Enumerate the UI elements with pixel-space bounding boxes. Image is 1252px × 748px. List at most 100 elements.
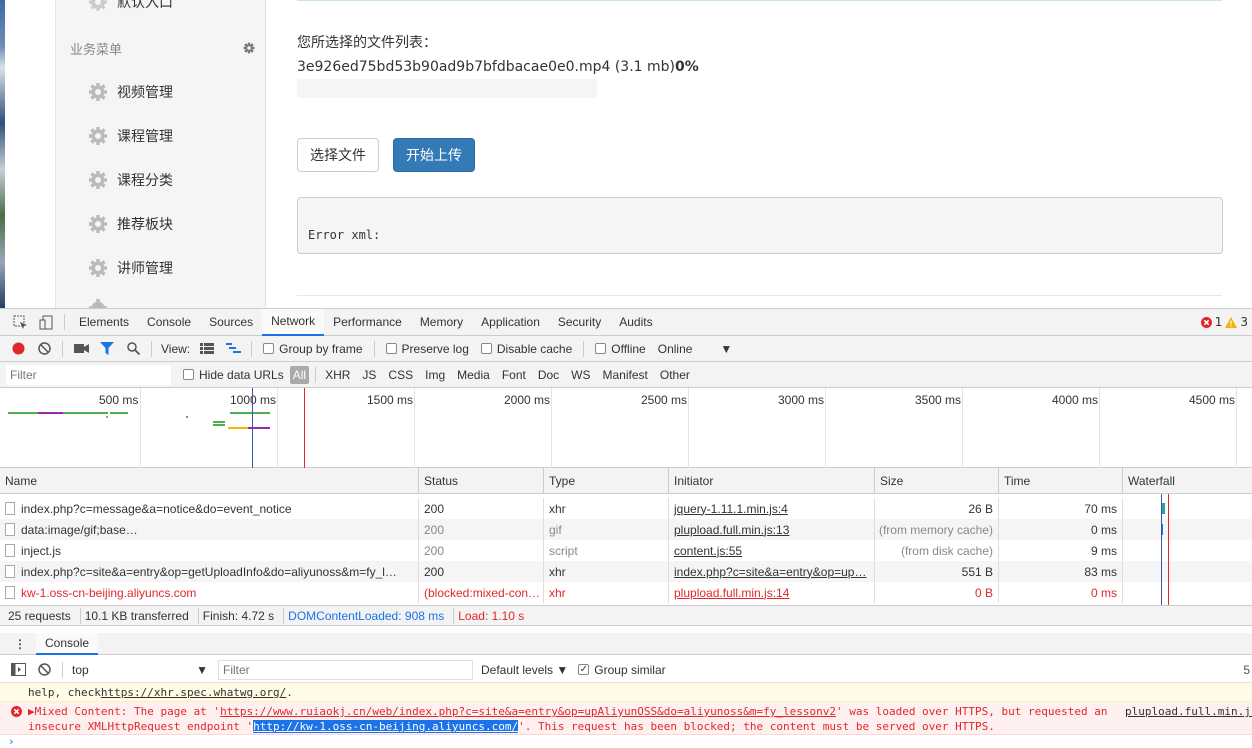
tab-console[interactable]: Console: [138, 309, 200, 336]
filter-type-css[interactable]: CSS: [388, 368, 413, 382]
sidebar-section-header: 业务菜单: [70, 38, 255, 58]
context-select[interactable]: top ▼: [72, 663, 208, 677]
column-waterfall[interactable]: Waterfall: [1123, 468, 1252, 493]
request-initiator[interactable]: jquery-1.11.1.min.js:4: [669, 498, 875, 519]
request-initiator[interactable]: content.js:55: [669, 540, 875, 561]
message-link-selected[interactable]: http://kw-1.oss-cn-beijing.aliyuncs.com/: [253, 720, 519, 733]
request-status: 200: [419, 498, 544, 519]
timeline-bar: [38, 412, 63, 414]
offline-checkbox[interactable]: Offline: [595, 342, 646, 356]
sidebar-item-course[interactable]: 课程管理: [88, 124, 173, 148]
issue-counts[interactable]: 1 3: [1200, 315, 1248, 329]
sidebar-item-video[interactable]: 视频管理: [88, 80, 173, 104]
checkbox-box: [480, 343, 492, 354]
tab-sources[interactable]: Sources: [200, 309, 262, 336]
show-sidebar-icon[interactable]: [10, 662, 26, 678]
sidebar-item-category[interactable]: 课程分类: [88, 168, 173, 192]
filter-type-manifest[interactable]: Manifest: [603, 368, 648, 382]
hide-data-urls-checkbox[interactable]: Hide data URLs: [183, 368, 284, 382]
timeline-gridline: 3000 ms: [778, 388, 826, 468]
message-link[interactable]: https://www.ruiaokj.cn/web/index.php?c=s…: [220, 705, 836, 718]
column-time[interactable]: Time: [999, 468, 1123, 493]
request-time: 0 ms: [999, 519, 1123, 540]
log-levels-select[interactable]: Default levels ▼: [481, 663, 568, 677]
table-row[interactable]: index.php?c=message&a=notice&do=event_no…: [0, 498, 1252, 519]
request-initiator[interactable]: plupload.full.min.js:13: [669, 519, 875, 540]
group-by-frame-checkbox[interactable]: Group by frame: [263, 342, 363, 356]
console-filter-input[interactable]: [218, 659, 473, 680]
request-status: 200: [419, 540, 544, 561]
column-type[interactable]: Type: [544, 468, 669, 493]
table-row[interactable]: kw-1.oss-cn-beijing.aliyuncs.com (blocke…: [0, 582, 1252, 603]
filter-type-js[interactable]: JS: [362, 368, 376, 382]
table-row[interactable]: inject.js 200 script content.js:55 (from…: [0, 540, 1252, 561]
request-size: 551 B: [875, 561, 999, 582]
list-view-icon[interactable]: [199, 341, 215, 357]
clear-icon[interactable]: [36, 341, 52, 357]
sidebar-item-recommend[interactable]: 推荐板块: [88, 212, 173, 236]
dropdown-arrow-icon: ▼: [196, 662, 208, 677]
throttle-select[interactable]: Online ▼: [658, 342, 733, 356]
group-similar-checkbox[interactable]: ✓ Group similar: [578, 662, 666, 677]
filter-icon[interactable]: [99, 341, 115, 357]
network-summary: 25 requests 10.1 KB transferred Finish: …: [0, 605, 1252, 626]
disable-cache-checkbox[interactable]: Disable cache: [480, 342, 572, 356]
table-row[interactable]: data:image/gif;base… 200 gif plupload.fu…: [0, 519, 1252, 540]
sidebar-item-default[interactable]: 默认入口: [88, 0, 173, 14]
group-similar-label: Group similar: [594, 662, 666, 677]
filter-type-doc[interactable]: Doc: [538, 368, 559, 382]
column-name[interactable]: Name: [0, 468, 419, 493]
table-row[interactable]: index.php?c=site&a=entry&op=getUploadInf…: [0, 561, 1252, 582]
tab-network[interactable]: Network: [262, 308, 325, 336]
drawer-tab-console[interactable]: Console: [36, 632, 99, 655]
console-prompt[interactable]: ›: [0, 735, 1252, 748]
timeline-tick-label: 4000 ms: [1052, 393, 1099, 407]
filter-type-media[interactable]: Media: [457, 368, 490, 382]
filter-type-font[interactable]: Font: [502, 368, 526, 382]
drawer-menu-icon[interactable]: ⋮: [14, 637, 26, 651]
select-file-button[interactable]: 选择文件: [297, 138, 379, 172]
filter-type-img[interactable]: Img: [425, 368, 445, 382]
request-initiator[interactable]: plupload.full.min.js:14: [669, 582, 875, 603]
sidebar-item-teacher[interactable]: 讲师管理: [88, 256, 173, 280]
column-status[interactable]: Status: [419, 468, 544, 493]
tab-audits[interactable]: Audits: [610, 309, 661, 336]
filter-type-ws[interactable]: WS: [571, 368, 590, 382]
network-overview-timeline[interactable]: 500 ms 1000 ms 1500 ms 2000 ms 2500 ms 3…: [0, 388, 1252, 468]
timeline-tick-label: 3000 ms: [778, 393, 825, 407]
tab-memory[interactable]: Memory: [411, 309, 472, 336]
filter-type-all[interactable]: All: [289, 365, 310, 384]
column-size[interactable]: Size: [875, 468, 999, 493]
tab-security[interactable]: Security: [549, 309, 610, 336]
separator: [453, 607, 455, 624]
device-toolbar-icon[interactable]: [38, 314, 54, 330]
request-waterfall: [1123, 561, 1252, 582]
warning-icon: [1225, 316, 1238, 328]
preserve-log-checkbox[interactable]: Preserve log: [385, 342, 469, 356]
clear-console-icon[interactable]: [36, 662, 52, 678]
sidebar-item-label: 推荐板块: [117, 217, 173, 233]
filter-type-other[interactable]: Other: [660, 368, 690, 382]
waterfall-view-icon[interactable]: [225, 341, 241, 357]
camera-icon[interactable]: [73, 341, 89, 357]
message-source-link[interactable]: plupload.full.min.js: [1125, 705, 1252, 718]
filter-type-xhr[interactable]: XHR: [325, 368, 350, 382]
gear-icon: [89, 83, 107, 101]
inspect-element-icon[interactable]: [12, 314, 28, 330]
start-upload-button[interactable]: 开始上传: [393, 138, 475, 172]
summary-dom-loaded: DOMContentLoaded: 908 ms: [288, 608, 445, 623]
message-link[interactable]: https://xhr.spec.whatwg.org/: [101, 686, 286, 699]
search-icon[interactable]: [125, 341, 141, 357]
message-text[interactable]: ▶Mixed Content: The page at ': [28, 705, 220, 718]
tab-application[interactable]: Application: [472, 309, 549, 336]
request-initiator[interactable]: index.php?c=site&a=entry&op=up…: [669, 561, 875, 582]
network-filter-input[interactable]: [6, 364, 171, 385]
gear-icon[interactable]: [243, 42, 255, 54]
column-initiator[interactable]: Initiator: [669, 468, 875, 493]
sidebar-item-partial[interactable]: [88, 296, 117, 308]
file-percent: 0%: [675, 59, 699, 75]
tab-elements[interactable]: Elements: [70, 309, 138, 336]
record-icon[interactable]: [10, 341, 26, 357]
tab-performance[interactable]: Performance: [324, 309, 411, 336]
console-message-warning: help, check https://xhr.spec.whatwg.org/…: [0, 683, 1252, 702]
